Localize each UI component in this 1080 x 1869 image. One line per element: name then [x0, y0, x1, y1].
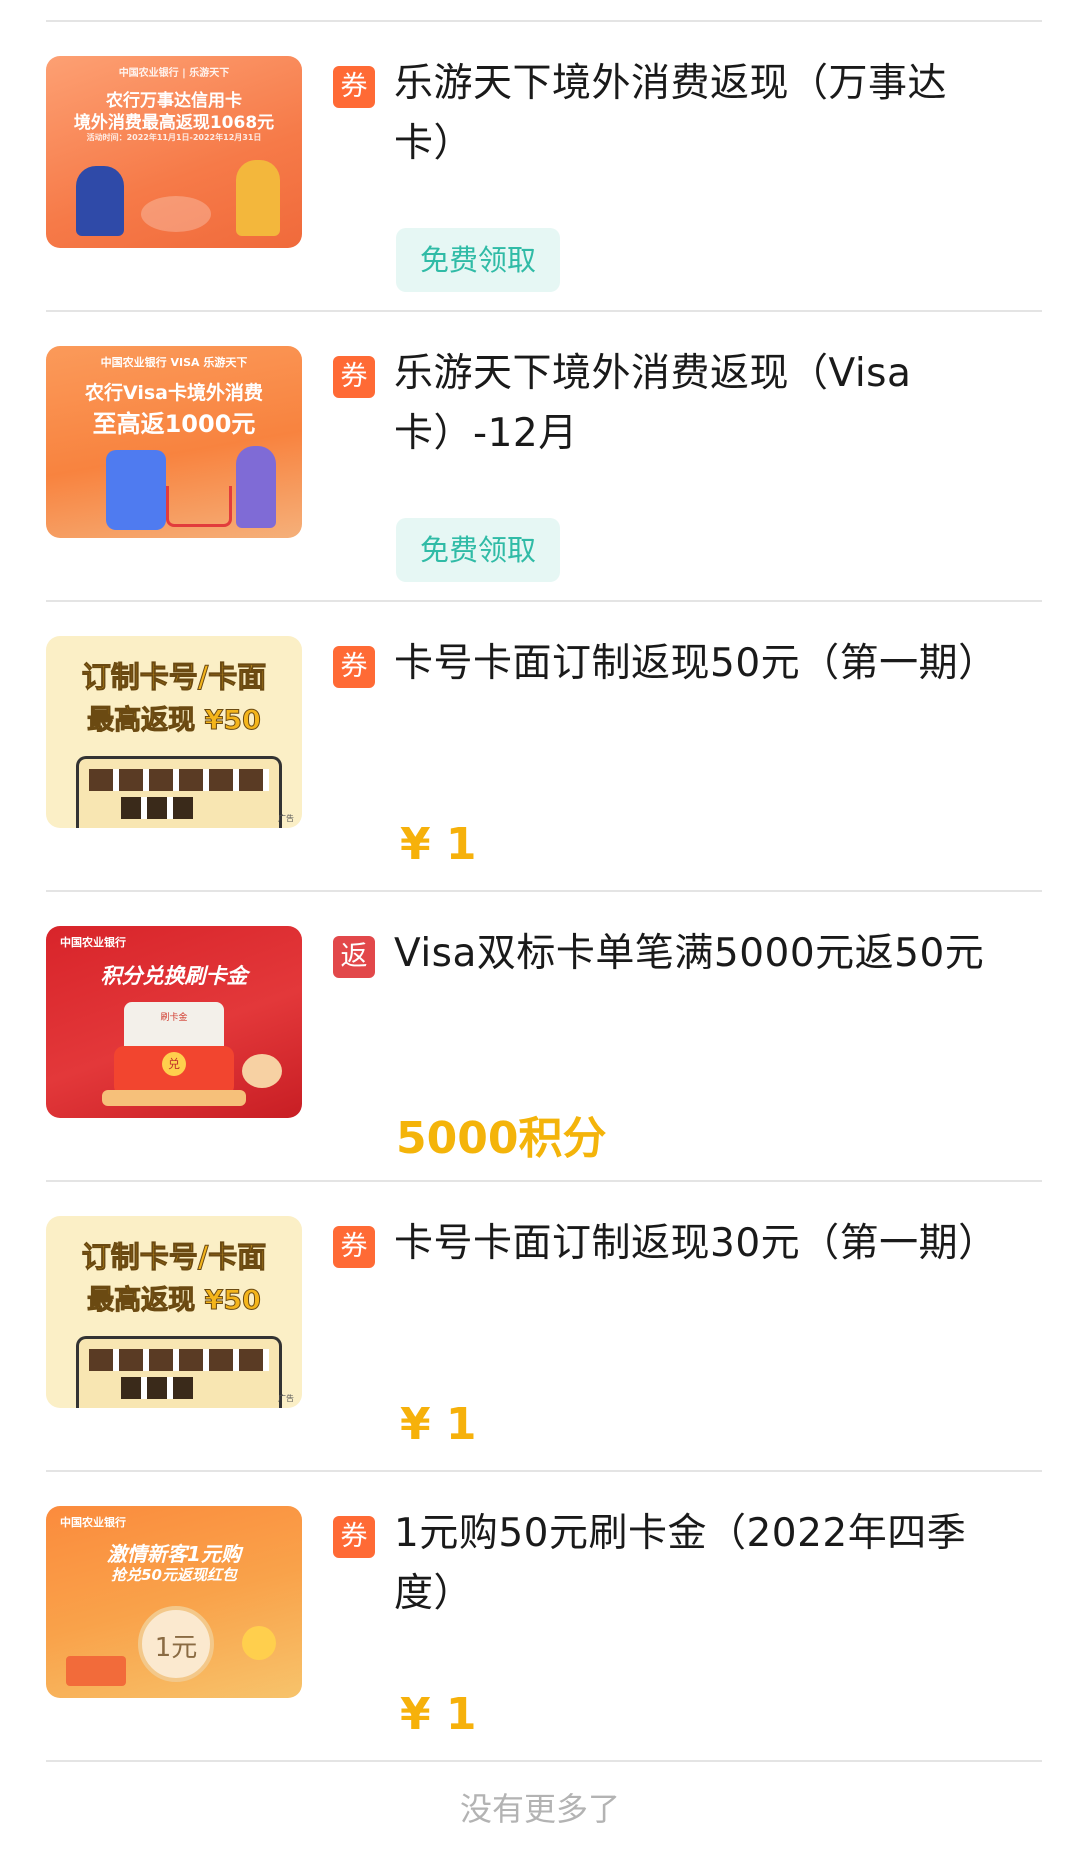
promo-image: 中国农业银行 | 乐游天下 农行万事达信用卡 境外消费最高返现1068元 活动时…	[46, 56, 302, 248]
phone-graphic	[106, 450, 166, 530]
list-item-mastercard-cashback[interactable]: 中国农业银行 | 乐游天下 农行万事达信用卡 境外消费最高返现1068元 活动时…	[0, 20, 1080, 310]
promo-image: 中国农业银行 积分兑换刷卡金 刷卡金 兑	[46, 926, 302, 1118]
shopper-figure	[236, 160, 280, 236]
price-label: ¥ 1	[400, 1689, 477, 1740]
coin-icon	[242, 1626, 276, 1660]
coupon-tag: 券	[333, 66, 375, 108]
list-item-visa-dual-rebate[interactable]: 中国农业银行 积分兑换刷卡金 刷卡金 兑 返 Visa双标卡单笔满5000元返5…	[0, 890, 1080, 1180]
piggy-bank-icon	[242, 1054, 282, 1088]
price-label: ¥ 1	[400, 819, 477, 870]
item-title: 1元购50元刷卡金（2022年四季度）	[394, 1511, 967, 1616]
promo-image: 订制卡号/卡面 最高返现 ¥50 广告	[46, 1216, 302, 1408]
cart-graphic	[166, 486, 232, 527]
item-title: 乐游天下境外消费返现（万事达卡）	[394, 61, 948, 166]
item-title: 卡号卡面订制返现30元（第一期）	[394, 1221, 998, 1266]
price-label: ¥ 1	[400, 1399, 477, 1450]
item-title: 乐游天下境外消费返现（Visa卡）-12月	[394, 351, 912, 456]
promo-image: 中国农业银行 VISA 乐游天下 农行Visa卡境外消费 至高返1000元	[46, 346, 302, 538]
list-item-card-custom-30[interactable]: 订制卡号/卡面 最高返现 ¥50 广告 券 卡号卡面订制返现30元（第一期） ¥…	[0, 1180, 1080, 1470]
list-item-visa-cashback[interactable]: 中国农业银行 VISA 乐游天下 农行Visa卡境外消费 至高返1000元 券 …	[0, 310, 1080, 600]
promo-image: 中国农业银行 激情新客1元购 抢兑50元返现红包 1元	[46, 1506, 302, 1698]
list-item-one-yuan-card-gold[interactable]: 中国农业银行 激情新客1元购 抢兑50元返现红包 1元 券 1元购50元刷卡金（…	[0, 1470, 1080, 1760]
coupon-tag: 券	[333, 356, 375, 398]
free-claim-button[interactable]: 免费领取	[396, 518, 560, 582]
rebate-tag: 返	[333, 936, 375, 978]
divider	[46, 1760, 1042, 1762]
one-yuan-coin: 1元	[138, 1606, 214, 1682]
coupon-tag: 券	[333, 1226, 375, 1268]
traveler-figure	[76, 166, 124, 236]
coupon-tag: 券	[333, 1516, 375, 1558]
promo-image: 订制卡号/卡面 最高返现 ¥50 广告	[46, 636, 302, 828]
free-claim-button[interactable]: 免费领取	[396, 228, 560, 292]
points-price-label: 5000积分	[396, 1113, 607, 1164]
list-item-card-custom-50[interactable]: 订制卡号/卡面 最高返现 ¥50 广告 券 卡号卡面订制返现50元（第一期） ¥…	[0, 600, 1080, 890]
shopper-figure	[236, 446, 276, 528]
item-title: 卡号卡面订制返现50元（第一期）	[394, 641, 998, 686]
card-pattern-grid	[76, 1336, 282, 1408]
item-title: Visa双标卡单笔满5000元返50元	[394, 931, 985, 976]
no-more-footer: 没有更多了	[459, 1790, 620, 1828]
card-pattern-grid	[76, 756, 282, 828]
coupon-tag: 券	[333, 646, 375, 688]
